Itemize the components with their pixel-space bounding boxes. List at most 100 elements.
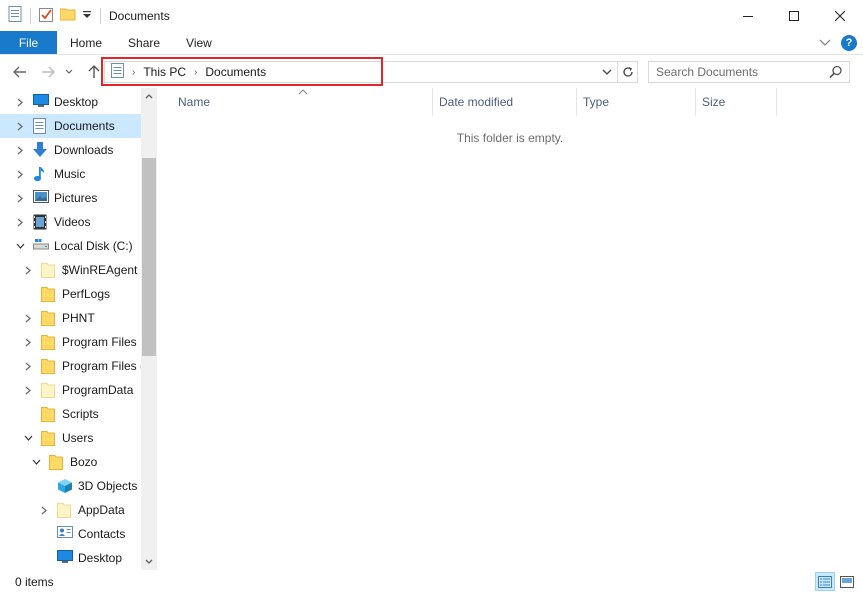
customize-qat-dropdown-icon[interactable] [82,9,92,23]
window-title: Documents [109,8,170,23]
scroll-up-button[interactable] [141,88,157,104]
nav-item-desktop[interactable]: Desktop [0,546,141,570]
nav-item-desktop[interactable]: Desktop [0,90,141,114]
tab-view[interactable]: View [173,31,225,54]
nav-item-bozo[interactable]: Bozo [0,450,141,474]
nav-item-label: Desktop [54,95,99,109]
nav-item-3d-objects[interactable]: 3D Objects [0,474,141,498]
nav-item-appdata[interactable]: AppData [0,498,141,522]
nav-item-users[interactable]: Users [0,426,141,450]
nav-item-label: Local Disk (C:) [54,239,133,253]
nav-item-music[interactable]: Music [0,162,141,186]
item-count: 0 items [15,574,54,589]
expand-chevron-right-icon[interactable] [15,169,25,179]
expand-chevron-right-icon[interactable] [23,337,33,347]
nav-item-local-disk-c[interactable]: Local Disk (C:) [0,234,141,258]
nav-item-program-files[interactable]: Program Files [0,330,141,354]
nav-item-scripts[interactable]: Scripts [0,402,141,426]
nav-item-label: Contacts [78,527,126,541]
scroll-thumb[interactable] [142,158,156,356]
properties-icon[interactable] [39,7,54,25]
tab-home[interactable]: Home [57,31,115,54]
drive-icon [33,238,49,254]
expand-chevron-right-icon[interactable] [15,121,25,131]
close-button[interactable] [817,0,863,31]
search-box[interactable] [648,61,850,83]
details-view-button[interactable] [815,572,835,591]
column-header-size[interactable]: Size [697,88,777,116]
empty-folder-message: This folder is empty. [456,131,564,145]
new-folder-icon[interactable] [59,7,76,24]
nav-item-winreagent[interactable]: $WinREAgent [0,258,141,282]
ribbon-tabs: File Home Share View ? [0,31,863,55]
nav-item-phnt[interactable]: PHNT [0,306,141,330]
expand-chevron-right-icon[interactable] [15,193,25,203]
expand-chevron-right-icon[interactable] [23,313,33,323]
nav-item-label: Pictures [54,191,98,205]
search-icon[interactable] [829,65,843,79]
refresh-button[interactable] [617,62,637,82]
desktop-icon [57,550,73,566]
maximize-icon [789,10,799,21]
expand-chevron-down-icon[interactable] [15,241,25,251]
large-icons-view-icon [840,575,854,588]
tab-share[interactable]: Share [115,31,173,54]
address-dropdown-icon[interactable] [601,65,615,79]
scroll-down-button[interactable] [141,554,157,570]
nav-scrollbar[interactable] [141,88,157,570]
nav-item-label: Documents [54,119,115,133]
file-list[interactable]: Name Date modified Type Size This folder… [157,88,863,570]
details-view-icon [818,575,832,588]
recent-locations-button[interactable] [63,62,75,82]
title-bar: Documents [0,0,863,31]
expand-chevron-down-icon[interactable] [31,457,41,467]
maximize-button[interactable] [771,0,817,31]
chevron-down-icon [145,559,153,564]
column-header-date-modified[interactable]: Date modified [434,88,577,116]
folder-pale-icon [57,502,73,518]
nav-item-label: Users [62,431,94,445]
nav-item-label: Bozo [70,455,98,469]
quick-access-toolbar [0,6,103,25]
expand-chevron-right-icon[interactable] [39,505,49,515]
folder-icon [41,358,57,374]
nav-item-pictures[interactable]: Pictures [0,186,141,210]
expand-chevron-right-icon[interactable] [15,145,25,155]
navigation-pane[interactable]: Desktop Documents Downloads Music Pictures Vi… [0,88,157,570]
tab-file[interactable]: File [0,31,57,54]
expand-chevron-right-icon[interactable] [15,217,25,227]
folder-icon [41,406,57,422]
folder-pale-icon [41,382,57,398]
3d-objects-icon [57,478,73,494]
qat-separator [30,7,31,24]
address-highlight-box [101,57,383,86]
expand-chevron-right-icon[interactable] [23,361,33,371]
expand-chevron-down-icon[interactable] [23,433,33,443]
minimize-button[interactable] [725,0,771,31]
search-input[interactable] [649,62,819,82]
folder-icon [41,334,57,350]
close-icon [835,10,845,21]
nav-item-downloads[interactable]: Downloads [0,138,141,162]
help-icon[interactable]: ? [841,35,857,51]
nav-item-documents[interactable]: Documents [0,114,141,138]
chevron-up-icon [145,94,153,99]
music-icon [33,166,49,182]
expand-chevron-right-icon[interactable] [23,385,33,395]
nav-item-videos[interactable]: Videos [0,210,141,234]
nav-item-label: ProgramData [62,383,134,397]
nav-item-label: Desktop [78,551,123,565]
expand-chevron-right-icon[interactable] [15,97,25,107]
back-button[interactable] [10,62,30,82]
column-header-type[interactable]: Type [578,88,696,116]
forward-button[interactable] [38,62,58,82]
large-icons-view-button[interactable] [837,572,857,591]
nav-item-perflogs[interactable]: PerfLogs [0,282,141,306]
expand-ribbon-chevron-icon[interactable] [819,36,831,50]
sort-ascending-icon [298,89,308,95]
nav-item-programdata[interactable]: ProgramData [0,378,141,402]
documents-icon [33,118,49,134]
expand-chevron-right-icon[interactable] [23,265,33,275]
nav-item-contacts[interactable]: Contacts [0,522,141,546]
nav-item-program-files[interactable]: Program Files ( [0,354,144,378]
